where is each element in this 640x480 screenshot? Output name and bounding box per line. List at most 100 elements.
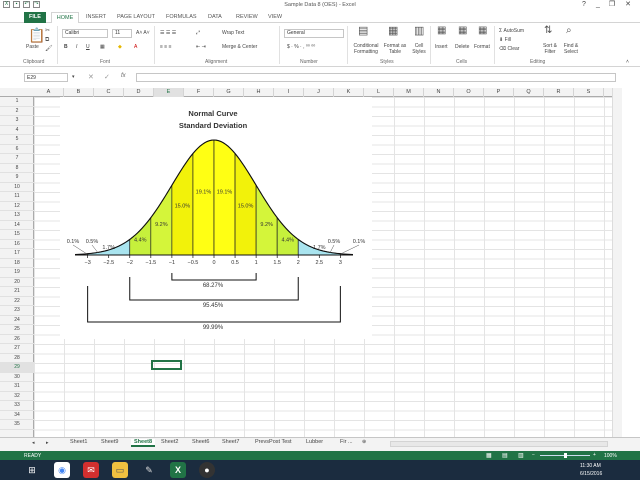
row-header-11[interactable]: 11 [0, 192, 34, 202]
row-header-30[interactable]: 30 [0, 373, 34, 382]
tab-view[interactable]: VIEW [268, 14, 282, 20]
column-header-q[interactable]: Q [514, 88, 544, 97]
column-header-g[interactable]: G [214, 88, 244, 97]
tab-formulas[interactable]: FORMULAS [166, 14, 197, 20]
row-header-15[interactable]: 15 [0, 230, 34, 240]
file-explorer-icon[interactable]: ▭ [112, 462, 128, 478]
tab-insert[interactable]: INSERT [86, 14, 106, 20]
vertical-scrollbar[interactable] [612, 88, 622, 437]
bold-icon[interactable]: B [64, 44, 68, 50]
row-header-34[interactable]: 34 [0, 411, 34, 420]
font-size-select[interactable]: 11 [112, 29, 132, 38]
row-header-10[interactable]: 10 [0, 183, 34, 192]
insert-cells-label[interactable]: Insert [435, 44, 448, 50]
insert-cells-icon[interactable]: ▦ [437, 26, 446, 36]
row-header-31[interactable]: 31 [0, 382, 34, 392]
row-header-9[interactable]: 9 [0, 173, 34, 183]
clear-button[interactable]: ⌫ Clear [499, 46, 519, 52]
cancel-entry-icon[interactable]: ✕ [88, 73, 94, 81]
row-header-12[interactable]: 12 [0, 202, 34, 211]
chrome-icon[interactable]: ◉ [54, 462, 70, 478]
borders-icon[interactable]: ▦ [100, 44, 105, 50]
row-header-33[interactable]: 33 [0, 401, 34, 411]
find-select-label[interactable]: Find & Select [560, 43, 582, 55]
obs-icon[interactable]: ● [199, 462, 215, 478]
format-as-table-label[interactable]: Format as Table [380, 43, 410, 55]
formula-input[interactable] [136, 73, 616, 82]
sort-filter-icon[interactable]: ⇅ [544, 26, 552, 36]
row-header-24[interactable]: 24 [0, 316, 34, 325]
format-painter-icon[interactable]: 🖌 [45, 45, 53, 53]
excel-taskbar-icon[interactable]: X [170, 462, 186, 478]
close-button[interactable]: ✕ [622, 1, 634, 9]
insert-function-icon[interactable]: fx [121, 73, 126, 79]
add-sheet-icon[interactable]: ⊕ [362, 439, 366, 445]
row-header-6[interactable]: 6 [0, 145, 34, 154]
name-box[interactable]: E29 [24, 73, 68, 82]
row-header-19[interactable]: 19 [0, 268, 34, 278]
row-header-14[interactable]: 14 [0, 221, 34, 230]
column-header-h[interactable]: H [244, 88, 274, 97]
column-header-j[interactable]: J [304, 88, 334, 97]
minimize-button[interactable]: _ [592, 1, 604, 9]
start-button-icon[interactable]: ⊞ [24, 462, 40, 478]
italic-icon[interactable]: I [76, 44, 77, 50]
confirm-entry-icon[interactable]: ✓ [104, 73, 110, 81]
row-header-17[interactable]: 17 [0, 249, 34, 259]
row-header-21[interactable]: 21 [0, 287, 34, 297]
selected-cell[interactable] [151, 360, 182, 370]
column-header-b[interactable]: B [64, 88, 94, 97]
horizontal-scrollbar[interactable] [390, 441, 608, 447]
column-header-i[interactable]: I [274, 88, 304, 97]
sheet-tab-prevspost-test[interactable]: PrevsPost Test [255, 439, 292, 445]
zoom-slider-thumb[interactable] [564, 453, 567, 458]
paste-icon[interactable]: 📋 [28, 28, 45, 42]
row-header-16[interactable]: 16 [0, 240, 34, 249]
binoculars-icon[interactable]: ⌕ [566, 26, 572, 36]
delete-cells-icon[interactable]: ▦ [458, 26, 467, 36]
column-header-s[interactable]: S [574, 88, 604, 97]
wrap-text-button[interactable]: Wrap Text [222, 30, 244, 36]
page-layout-view-icon[interactable]: ▤ [502, 452, 508, 459]
zoom-in-icon[interactable]: + [593, 452, 596, 458]
grow-font-icon[interactable]: A˄ A˅ [136, 30, 150, 36]
pen-tool-icon[interactable]: ✎ [141, 462, 157, 478]
fill-color-icon[interactable]: ◆ [118, 44, 122, 50]
conditional-formatting-label[interactable]: Conditional Formatting [350, 43, 382, 55]
delete-cells-label[interactable]: Delete [455, 44, 469, 50]
number-format-select[interactable]: General [284, 29, 344, 38]
sheet-tab-sheet9[interactable]: Sheet9 [101, 439, 118, 445]
underline-icon[interactable]: U [86, 44, 90, 50]
normal-curve-chart[interactable]: Normal Curve Standard Deviation 1.7% 4.4% 9.… [60, 97, 372, 339]
sheet-tab-sheet2[interactable]: Sheet2 [161, 439, 178, 445]
tab-review[interactable]: REVIEW [236, 14, 258, 20]
prev-sheet-icon[interactable]: ◂ [32, 440, 35, 446]
column-header-k[interactable]: K [334, 88, 364, 97]
row-header-3[interactable]: 3 [0, 116, 34, 126]
row-header-18[interactable]: 18 [0, 259, 34, 268]
row-header-26[interactable]: 26 [0, 335, 34, 344]
row-header-5[interactable]: 5 [0, 135, 34, 145]
sheet-tab-sheet7[interactable]: Sheet7 [222, 439, 239, 445]
row-header-1[interactable]: 1 [0, 97, 34, 107]
column-header-d[interactable]: D [124, 88, 154, 97]
fill-button[interactable]: ⬇ Fill [499, 37, 511, 43]
align-top-icon[interactable]: ☰ ☰ ☰ [160, 30, 176, 36]
indent-icon[interactable]: ⇤ ⇥ [196, 44, 206, 50]
row-header-25[interactable]: 25 [0, 325, 34, 335]
column-header-f[interactable]: F [184, 88, 214, 97]
font-name-select[interactable]: Calibri [62, 29, 108, 38]
sheet-tab-fir-[interactable]: Fir ... [340, 439, 353, 445]
column-header-c[interactable]: C [94, 88, 124, 97]
zoom-out-icon[interactable]: − [532, 452, 535, 458]
merge-center-button[interactable]: Merge & Center [222, 44, 257, 50]
row-header-23[interactable]: 23 [0, 306, 34, 316]
conditional-formatting-icon[interactable]: ▤ [358, 26, 368, 37]
name-box-dropdown-icon[interactable]: ▾ [72, 74, 75, 80]
tab-file[interactable]: FILE [24, 12, 46, 23]
autosum-button[interactable]: Σ AutoSum [499, 28, 524, 34]
row-header-27[interactable]: 27 [0, 344, 34, 354]
cell-styles-icon[interactable]: ▥ [414, 26, 424, 37]
tab-data[interactable]: DATA [208, 14, 222, 20]
row-header-32[interactable]: 32 [0, 392, 34, 401]
